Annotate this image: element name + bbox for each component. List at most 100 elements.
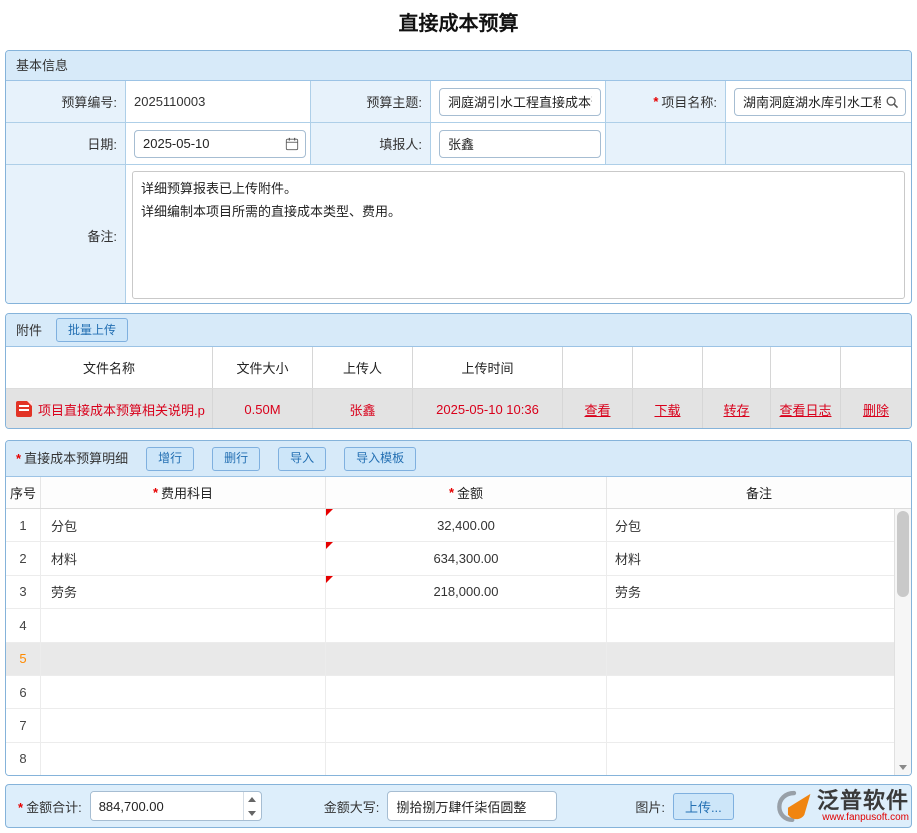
brand-name: 泛普软件	[817, 789, 909, 813]
cell-subject[interactable]	[41, 609, 326, 641]
add-row-button[interactable]: 增行	[146, 447, 194, 471]
remark-textarea[interactable]	[132, 171, 905, 299]
row-index[interactable]: 3	[6, 576, 41, 608]
detail-table-body: 1 分包 32,400.00 分包 2 材料 634,300.00 材料 3 劳…	[6, 509, 911, 775]
vertical-scrollbar[interactable]	[894, 509, 911, 775]
cell-remark[interactable]	[607, 709, 894, 741]
cell-amount[interactable]: 634,300.00	[326, 542, 607, 574]
col-action	[633, 347, 703, 388]
col-file-size: 文件大小	[213, 347, 313, 388]
cell-subject[interactable]: 材料	[41, 542, 326, 574]
cell-remark[interactable]	[607, 609, 894, 641]
page: 直接成本预算 基本信息 预算编号: 2025110003 预算主题: *项目名称…	[0, 0, 917, 833]
date-input[interactable]	[143, 136, 281, 151]
basic-row-remark: 备注:	[6, 165, 911, 304]
date-label: 日期:	[6, 123, 126, 164]
detail-table-header: 序号 *费用科目 *金额 备注	[6, 477, 911, 509]
pdf-icon	[16, 401, 32, 417]
scrollbar-thumb[interactable]	[897, 511, 909, 597]
attachment-row: 项目直接成本预算相关说明.p 0.50M 张鑫 2025-05-10 10:36…	[6, 389, 911, 429]
required-icon: *	[153, 485, 158, 500]
total-amount-input[interactable]	[91, 792, 243, 820]
row-index[interactable]: 5	[6, 643, 41, 675]
file-name[interactable]: 项目直接成本预算相关说明.p	[38, 400, 205, 419]
cell-remark[interactable]	[607, 743, 894, 775]
budget-no-value: 2025110003	[126, 81, 311, 122]
attachments-header: 附件 批量上传	[6, 314, 911, 347]
cell-amount[interactable]: 218,000.00	[326, 576, 607, 608]
cell-remark[interactable]	[607, 676, 894, 708]
subject-label: 预算主题:	[311, 81, 431, 122]
save-as-link[interactable]: 转存	[723, 400, 749, 419]
detail-section-title: *直接成本预算明细	[16, 444, 128, 473]
cell-subject[interactable]: 劳务	[41, 576, 326, 608]
page-title: 直接成本预算	[0, 7, 917, 36]
batch-upload-button[interactable]: 批量上传	[56, 318, 128, 342]
footer-bar: *金额合计: 金额大写: 图片: 上传... 泛普软件 www.fanpusof…	[5, 784, 912, 828]
col-index: 序号	[6, 477, 41, 508]
delete-row-button[interactable]: 删行	[212, 447, 260, 471]
detail-header: *直接成本预算明细 增行 删行 导入 导入模板	[6, 441, 911, 477]
cell-subject[interactable]	[41, 709, 326, 741]
table-row: 8	[6, 743, 894, 775]
cell-amount[interactable]	[326, 609, 607, 641]
required-icon: *	[449, 485, 454, 500]
cell-subject[interactable]	[41, 676, 326, 708]
row-index[interactable]: 8	[6, 743, 41, 775]
detail-panel: *直接成本预算明细 增行 删行 导入 导入模板 序号 *费用科目 *金额 备注 …	[5, 440, 912, 776]
view-link[interactable]: 查看	[584, 400, 610, 419]
reporter-input[interactable]	[439, 130, 601, 158]
delete-link[interactable]: 删除	[863, 400, 889, 419]
stepper-up-icon[interactable]	[244, 792, 261, 806]
basic-info-panel: 基本信息 预算编号: 2025110003 预算主题: *项目名称: 日	[5, 50, 912, 304]
remark-cell	[126, 165, 911, 304]
table-row: 6	[6, 676, 894, 709]
calendar-icon[interactable]	[285, 137, 299, 151]
file-uploader: 张鑫	[313, 389, 413, 429]
empty-cell	[726, 123, 911, 164]
cell-remark[interactable]: 分包	[607, 509, 894, 541]
caps-label: 金额大写:	[324, 797, 380, 816]
cell-amount[interactable]	[326, 643, 607, 675]
scroll-down-arrow-icon[interactable]	[895, 759, 911, 775]
row-index[interactable]: 4	[6, 609, 41, 641]
col-action	[703, 347, 771, 388]
cell-remark[interactable]	[607, 643, 894, 675]
row-index[interactable]: 6	[6, 676, 41, 708]
download-link[interactable]: 下载	[654, 400, 680, 419]
cell-subject[interactable]	[41, 643, 326, 675]
import-template-button[interactable]: 导入模板	[344, 447, 416, 471]
cell-amount[interactable]: 32,400.00	[326, 509, 607, 541]
fanpu-logo-mark	[775, 789, 813, 823]
subject-input[interactable]	[439, 88, 601, 116]
upload-image-button[interactable]: 上传...	[673, 793, 734, 820]
col-action	[841, 347, 911, 388]
project-input[interactable]	[743, 94, 881, 109]
attachments-section-title: 附件	[16, 316, 42, 345]
table-row-selected: 5	[6, 643, 894, 676]
cell-amount[interactable]	[326, 709, 607, 741]
import-button[interactable]: 导入	[278, 447, 326, 471]
attachments-panel: 附件 批量上传 文件名称 文件大小 上传人 上传时间 项目直接成本预算相关说明.…	[5, 313, 912, 429]
caps-input[interactable]	[387, 791, 557, 821]
col-amount: *金额	[326, 477, 607, 508]
col-remark: 备注	[607, 477, 911, 508]
basic-row-2: 日期: 填报人:	[6, 123, 911, 165]
row-index[interactable]: 2	[6, 542, 41, 574]
view-log-link[interactable]: 查看日志	[779, 400, 831, 419]
cell-subject[interactable]: 分包	[41, 509, 326, 541]
cell-amount[interactable]	[326, 743, 607, 775]
cell-subject[interactable]	[41, 743, 326, 775]
cell-remark[interactable]: 劳务	[607, 576, 894, 608]
file-size: 0.50M	[213, 389, 313, 429]
row-index[interactable]: 7	[6, 709, 41, 741]
row-index[interactable]: 1	[6, 509, 41, 541]
col-file-name: 文件名称	[6, 347, 213, 388]
stepper-down-icon[interactable]	[244, 806, 261, 820]
cell-amount[interactable]	[326, 676, 607, 708]
empty-label-cell	[606, 123, 726, 164]
file-upload-time: 2025-05-10 10:36	[413, 389, 563, 429]
col-action	[563, 347, 633, 388]
search-icon[interactable]	[885, 95, 899, 109]
cell-remark[interactable]: 材料	[607, 542, 894, 574]
